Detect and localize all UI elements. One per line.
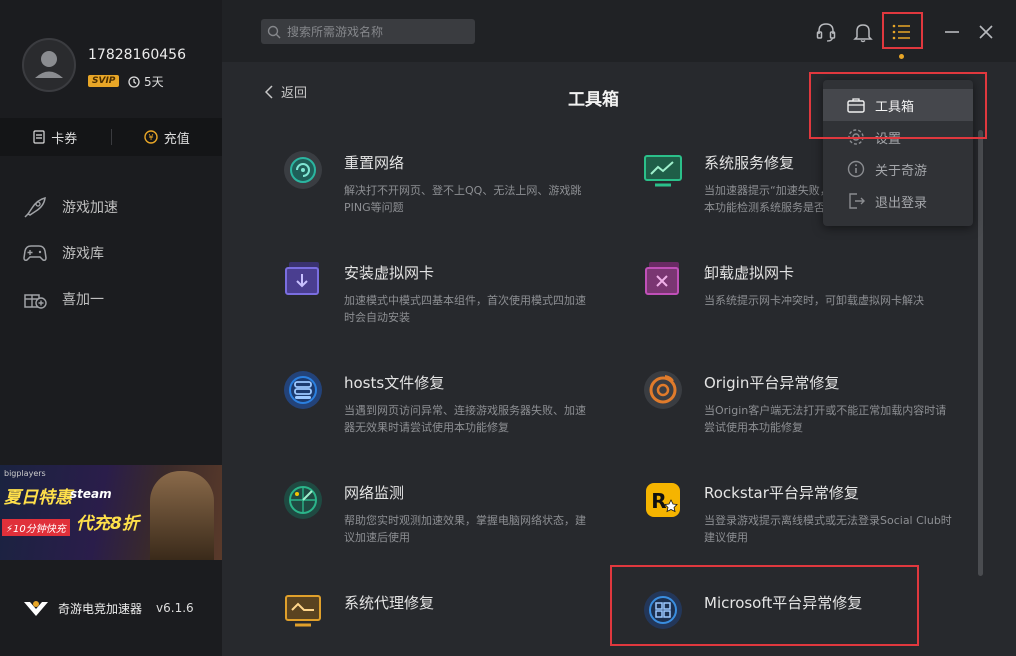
svg-text:R: R bbox=[651, 489, 666, 513]
user-icon bbox=[35, 51, 63, 78]
close-icon bbox=[979, 25, 993, 39]
menu-item-about[interactable]: 关于奇游 bbox=[823, 153, 973, 185]
close-button[interactable] bbox=[974, 20, 998, 44]
tool-name: 重置网络 bbox=[344, 154, 405, 172]
coupon-icon bbox=[33, 130, 45, 144]
banner-brand: bigplayers bbox=[4, 469, 46, 478]
rocket-icon bbox=[24, 197, 46, 218]
banner-headline: 夏日特惠 bbox=[4, 488, 72, 508]
svip-badge: SVIP bbox=[88, 75, 120, 87]
tool-name: 安装虚拟网卡 bbox=[344, 264, 435, 282]
menu-item-logout[interactable]: 退出登录 bbox=[823, 185, 973, 217]
tool-description: 当遇到网页访问异常、连接游戏服务器失败、加速器无效果时请尝试使用本功能修复 bbox=[344, 404, 586, 434]
coupon-label: 卡券 bbox=[51, 131, 78, 147]
minimize-icon bbox=[945, 31, 959, 33]
reset-network-icon bbox=[284, 151, 322, 189]
sidebar-item-label: 游戏库 bbox=[62, 246, 104, 262]
search-input[interactable]: 搜索所需游戏名称 bbox=[261, 19, 475, 44]
coupon-button[interactable]: 卡券 bbox=[0, 128, 111, 147]
account-actions-bar: 卡券 ¥ 充值 bbox=[0, 118, 222, 156]
tool-name: 卸载虚拟网卡 bbox=[704, 264, 795, 282]
tool-description: 当登录游戏提示离线模式或无法登录Social Club时建议使用 bbox=[704, 514, 952, 544]
network-monitor-icon bbox=[284, 481, 322, 519]
search-placeholder: 搜索所需游戏名称 bbox=[287, 25, 384, 39]
headset-icon bbox=[816, 23, 836, 42]
banner-character-image bbox=[150, 471, 214, 560]
app-name: 奇游电竞加速器 bbox=[58, 601, 143, 616]
menu-item-label: 关于奇游 bbox=[875, 163, 928, 179]
tool-description: 加速模式中模式四基本组件，首次使用模式四加速时会自动安装 bbox=[344, 294, 586, 324]
back-button[interactable]: 返回 bbox=[265, 82, 307, 101]
rockstar-icon: R bbox=[646, 483, 680, 517]
coin-icon: ¥ bbox=[144, 130, 158, 144]
banner-steam: steam bbox=[70, 487, 112, 501]
system-service-icon bbox=[644, 155, 682, 187]
toolbox-menu-highlight bbox=[809, 72, 987, 139]
user-phone: 17828160456 bbox=[88, 47, 186, 63]
bell-icon bbox=[853, 24, 873, 43]
gift-add-icon bbox=[24, 294, 47, 309]
chevron-left-icon bbox=[265, 84, 273, 99]
tool-name: hosts文件修复 bbox=[344, 374, 445, 392]
user-avatar[interactable] bbox=[22, 38, 76, 92]
recharge-label: 充值 bbox=[163, 131, 190, 147]
app-brand: 奇游电竞加速器 v6.1.6 bbox=[22, 598, 194, 618]
menu-item-label: 退出登录 bbox=[875, 195, 928, 211]
banner-discount: 代充8折 bbox=[76, 514, 139, 534]
tool-name: Origin平台异常修复 bbox=[704, 374, 840, 392]
sidebar-item-label: 游戏加速 bbox=[62, 200, 118, 216]
minimize-button[interactable] bbox=[940, 20, 964, 44]
sidebar-item-free-games[interactable]: 喜加一 bbox=[22, 288, 104, 310]
microsoft-tool-highlight bbox=[610, 565, 919, 646]
tool-name: 系统服务修复 bbox=[704, 154, 795, 172]
support-button[interactable] bbox=[814, 20, 838, 44]
recharge-button[interactable]: ¥ 充值 bbox=[112, 128, 223, 147]
banner-tag: ⚡10分钟快充 bbox=[2, 519, 70, 536]
logout-icon bbox=[849, 193, 865, 209]
page-title: 工具箱 bbox=[568, 90, 619, 110]
menu-button-highlight bbox=[882, 12, 923, 49]
sidebar: 17828160456 SVIP 5天 卡券 ¥ 充值 游戏加速 游戏库 喜加一… bbox=[0, 0, 222, 656]
info-icon bbox=[847, 160, 865, 178]
sidebar-item-label: 喜加一 bbox=[62, 292, 104, 308]
clock-icon bbox=[128, 75, 140, 88]
scrollbar[interactable] bbox=[978, 130, 983, 576]
tool-description: 当系统提示网卡冲突时，可卸载虚拟网卡解决 bbox=[704, 294, 924, 307]
tool-name: Rockstar平台异常修复 bbox=[704, 484, 859, 502]
back-label: 返回 bbox=[281, 86, 308, 101]
proxy-fix-icon bbox=[285, 595, 321, 627]
notification-button[interactable] bbox=[851, 20, 875, 44]
tool-description: 解决打不开网页、登不上QQ、无法上网、游戏跳PING等问题 bbox=[344, 184, 582, 214]
tool-name: 系统代理修复 bbox=[344, 594, 435, 612]
promo-banner[interactable]: bigplayers 夏日特惠 steam 代充8折 ⚡10分钟快充 bbox=[0, 465, 222, 560]
hosts-file-icon bbox=[284, 371, 322, 409]
app-logo-icon bbox=[24, 601, 48, 616]
tool-description: 帮助您实时观测加速效果，掌握电脑网络状态，建议加速后使用 bbox=[344, 514, 586, 544]
menu-active-indicator bbox=[899, 54, 904, 59]
uninstall-adapter-icon bbox=[645, 262, 679, 295]
svg-text:¥: ¥ bbox=[148, 133, 153, 142]
membership-days: 5天 bbox=[128, 73, 164, 90]
app-version: v6.1.6 bbox=[156, 601, 194, 615]
sidebar-item-game-boost[interactable]: 游戏加速 bbox=[22, 196, 118, 218]
days-label: 5天 bbox=[144, 75, 164, 89]
tool-name: 网络监测 bbox=[344, 484, 405, 502]
search-icon bbox=[267, 25, 281, 38]
sidebar-item-game-library[interactable]: 游戏库 bbox=[22, 242, 104, 264]
tool-description: 当Origin客户端无法打开或不能正常加载内容时请尝试使用本功能修复 bbox=[704, 404, 947, 434]
origin-icon bbox=[644, 371, 682, 409]
install-adapter-icon bbox=[285, 262, 319, 295]
gamepad-icon bbox=[23, 245, 47, 261]
